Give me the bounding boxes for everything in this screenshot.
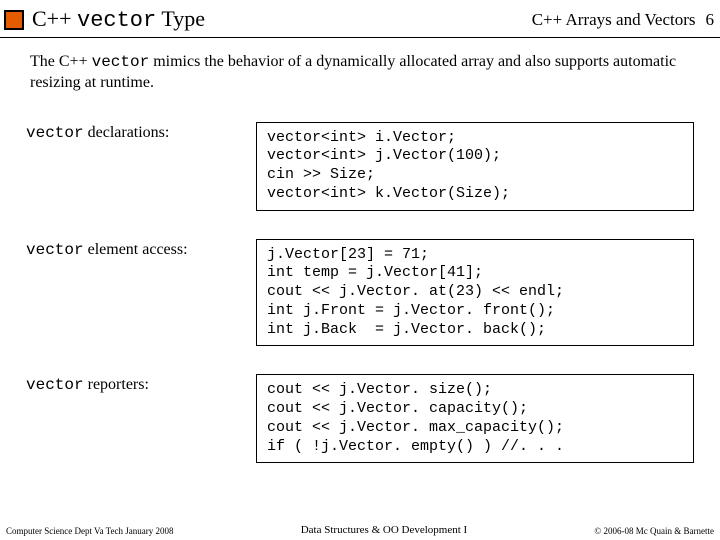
page-number: 6 [706, 10, 715, 30]
intro-paragraph: The C++ vector mimics the behavior of a … [0, 38, 720, 104]
label-rest: element access: [84, 241, 188, 258]
label-declarations: vector declarations: [26, 122, 256, 142]
content-area: vector declarations: vector<int> i.Vecto… [0, 104, 720, 464]
label-reporters: vector reporters: [26, 374, 256, 394]
chapter-label: C++ Arrays and Vectors [532, 10, 696, 30]
intro-pre: The C++ [30, 53, 92, 70]
intro-mono: vector [92, 53, 150, 71]
label-rest: declarations: [84, 124, 170, 141]
title-post: Type [156, 6, 205, 31]
row-declarations: vector declarations: vector<int> i.Vecto… [26, 122, 694, 211]
row-element-access: vector element access: j.Vector[23] = 71… [26, 239, 694, 347]
title-pre: C++ [32, 6, 77, 31]
label-mono: vector [26, 124, 84, 142]
label-mono: vector [26, 376, 84, 394]
slide-header: C++ vector Type C++ Arrays and Vectors 6 [0, 0, 720, 38]
slide-footer: Computer Science Dept Va Tech January 20… [0, 524, 720, 536]
accent-square-icon [4, 10, 24, 30]
footer-left: Computer Science Dept Va Tech January 20… [6, 526, 174, 536]
footer-right: © 2006-08 Mc Quain & Barnette [594, 526, 714, 536]
row-reporters: vector reporters: cout << j.Vector. size… [26, 374, 694, 463]
code-declarations: vector<int> i.Vector; vector<int> j.Vect… [256, 122, 694, 211]
label-rest: reporters: [84, 376, 149, 393]
code-reporters: cout << j.Vector. size(); cout << j.Vect… [256, 374, 694, 463]
code-element-access: j.Vector[23] = 71; int temp = j.Vector[4… [256, 239, 694, 347]
title-mono: vector [77, 8, 156, 33]
label-mono: vector [26, 241, 84, 259]
footer-center: Data Structures & OO Development I [301, 524, 467, 536]
label-element-access: vector element access: [26, 239, 256, 259]
slide-title: C++ vector Type [32, 6, 532, 33]
